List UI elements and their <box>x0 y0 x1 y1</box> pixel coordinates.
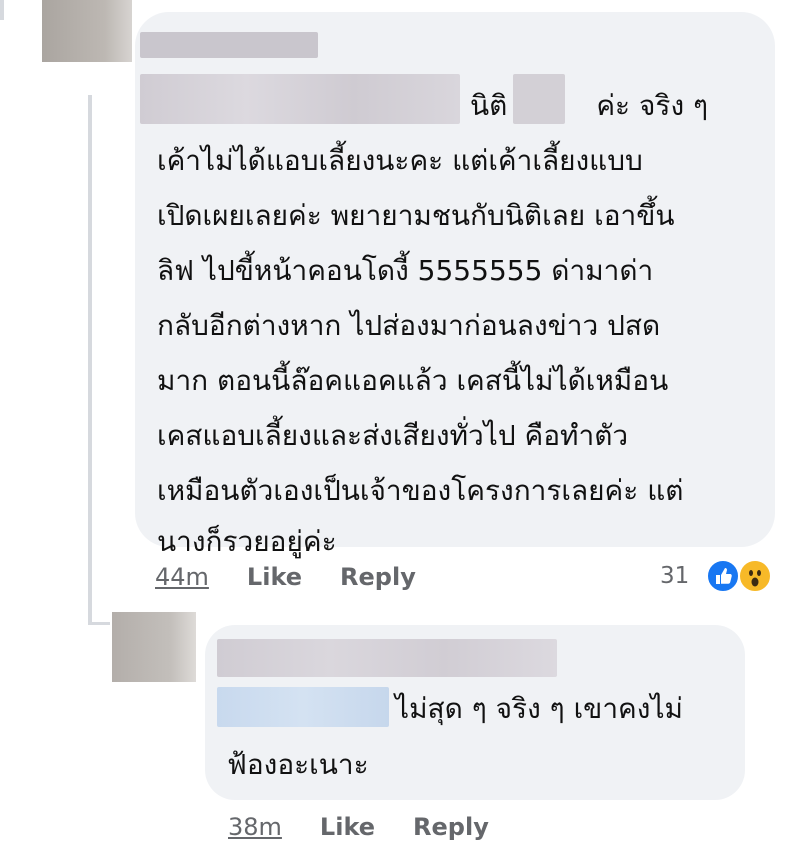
thread-line-branch <box>88 622 110 625</box>
reply-text-line-2: ฟ้องอะเนาะ <box>227 748 369 781</box>
comment-text-line-1: นิติ ค่ะ จริง ๆ <box>470 89 709 122</box>
reply-text-line-1: ไม่สุด ๆ จริง ๆ เขาคงไม่ <box>395 692 683 725</box>
commenter-avatar[interactable] <box>42 0 132 62</box>
comment-timestamp[interactable]: 44m <box>155 563 209 591</box>
wow-reaction-icon[interactable] <box>738 559 772 593</box>
comment-text-line-8: เหมือนตัวเองเป็นเจ้าของโครงการเลยค่ะ แต่ <box>157 474 684 507</box>
reply-bubble: ไม่สุด ๆ จริง ๆ เขาคงไม่ ฟ้องอะเนาะ <box>205 625 745 800</box>
comment-text-line-6: มาก ตอนนี้ล๊อคแอคแล้ว เคสนี้ไม่ได้เหมือน <box>157 364 669 397</box>
redacted-text-block <box>140 74 460 124</box>
reply-like-button[interactable]: Like <box>320 813 375 841</box>
replier-avatar[interactable] <box>112 612 196 682</box>
comment-text-line-5: กลับอีกต่างหาก ไปส่องมาก่อนลงข่าว ปสด <box>157 309 661 342</box>
like-reaction-icon[interactable] <box>706 559 740 593</box>
comment-text-line-3: เปิดเผยเลยค่ะ พยายามชนกับนิติเลย เอาขึ้น <box>157 199 675 232</box>
like-button[interactable]: Like <box>247 563 302 591</box>
reply-reply-button[interactable]: Reply <box>413 813 489 841</box>
reply-timestamp[interactable]: 38m <box>228 813 282 841</box>
comment-text-line-2: เค้าไม่ได้แอบเลี้ยงนะคะ แต่เค้าเลี้ยงแบบ <box>157 144 643 177</box>
commenter-name-redacted[interactable] <box>140 32 318 58</box>
replier-name-redacted[interactable] <box>217 639 557 677</box>
reply-button[interactable]: Reply <box>340 563 416 591</box>
comment-text-line-9: นางก็รวยอยู่ค่ะ <box>157 525 337 558</box>
comment-text-line-4: ลิฟ ไปขี้หน้าคอนโดงี้ 5555555 ด่ามาด่า <box>157 254 654 287</box>
reply-actions: 38m Like Reply <box>228 812 489 842</box>
redacted-mention-block <box>217 687 389 727</box>
comment-text-line-7: เคสแอบเลี้ยงและส่งเสียงทั่วไป คือทำตัว <box>157 419 629 452</box>
comment-bubble: นิติ ค่ะ จริง ๆ เค้าไม่ได้แอบเลี้ยงนะคะ … <box>135 12 775 558</box>
thread-line-vertical <box>88 95 92 625</box>
thread-line-top <box>0 0 4 20</box>
comment-actions: 44m Like Reply <box>155 562 416 592</box>
reaction-count[interactable]: 31 <box>660 563 689 589</box>
